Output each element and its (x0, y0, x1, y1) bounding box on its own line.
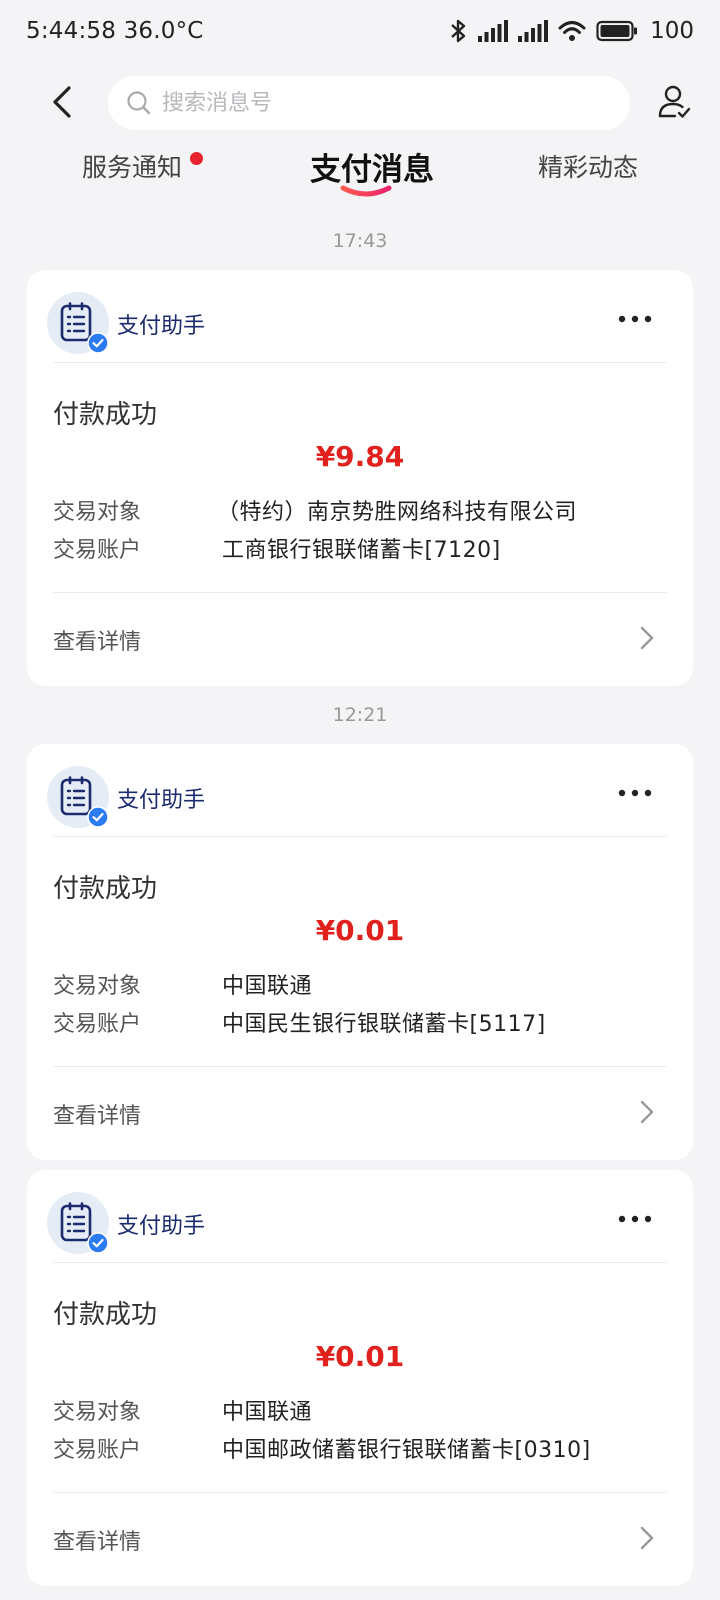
account-value: 中国民生银行银联储蓄卡[5117] (222, 1012, 546, 1037)
message-time: 12:21 (332, 704, 388, 726)
more-icon (618, 1215, 652, 1223)
search-icon (127, 91, 151, 115)
status-icons: 100 (448, 16, 694, 46)
message-time: 17:43 (332, 230, 388, 252)
more-icon (618, 315, 652, 323)
payment-amount: ¥0.01 (315, 914, 405, 947)
account-label: 交易账户 (53, 1012, 142, 1037)
payment-status-title: 付款成功 (53, 874, 158, 904)
more-icon (618, 789, 652, 797)
chevron-right-icon (640, 1100, 654, 1124)
status-time-temperature: 5:44:58 36.0°C (26, 18, 204, 44)
sender-name[interactable]: 支付助手 (117, 782, 205, 814)
payment-message-card: 支付助手 付款成功 ¥9.84 交易对象 （特约）南京势胜网络科技有限公司 交易… (27, 270, 693, 686)
payment-amount: ¥0.01 (315, 1340, 405, 1373)
avatar[interactable] (47, 766, 109, 828)
payment-status-title: 付款成功 (53, 400, 158, 430)
payment-status-title: 付款成功 (53, 1300, 158, 1330)
merchant-label: 交易对象 (53, 1400, 142, 1425)
active-tab-indicator (340, 185, 392, 197)
battery-percent: 100 (650, 18, 694, 44)
tab-bar: 服务通知 支付消息 精彩动态 (0, 140, 720, 210)
payment-message-card: 支付助手 付款成功 ¥0.01 交易对象 中国联通 交易账户 中国邮政储蓄银行银… (27, 1170, 693, 1586)
divider (53, 1492, 667, 1493)
unread-dot (190, 152, 203, 165)
more-options-button[interactable] (615, 306, 655, 332)
card-header: 支付助手 (27, 744, 693, 840)
more-options-button[interactable] (615, 780, 655, 806)
view-details-link[interactable]: 查看详情 (27, 1068, 693, 1160)
account-value: 中国邮政储蓄银行银联储蓄卡[0310] (222, 1438, 591, 1463)
divider (53, 1066, 667, 1067)
sender-name[interactable]: 支付助手 (117, 1208, 205, 1240)
merchant-label: 交易对象 (53, 500, 142, 525)
verified-badge-icon (87, 806, 109, 828)
card-header: 支付助手 (27, 1170, 693, 1266)
divider (53, 1262, 667, 1263)
profile-icon (658, 85, 691, 118)
battery-icon (596, 20, 638, 42)
back-button[interactable] (38, 78, 86, 126)
avatar[interactable] (47, 292, 109, 354)
search-box[interactable] (108, 76, 630, 130)
wifi-icon (558, 21, 586, 41)
chevron-right-icon (640, 1526, 654, 1550)
divider (53, 362, 667, 363)
account-label: 交易账户 (53, 1438, 142, 1463)
view-details-label: 查看详情 (53, 1530, 142, 1555)
view-details-label: 查看详情 (53, 630, 142, 655)
merchant-value: 中国联通 (222, 974, 313, 999)
account-value: 工商银行银联储蓄卡[7120] (222, 538, 501, 563)
merchant-label: 交易对象 (53, 974, 142, 999)
status-bar: 5:44:58 36.0°C 100 (0, 0, 720, 64)
merchant-value: （特约）南京势胜网络科技有限公司 (217, 500, 578, 525)
search-input[interactable] (162, 90, 602, 116)
account-label: 交易账户 (53, 538, 142, 563)
card-header: 支付助手 (27, 270, 693, 366)
bluetooth-icon (451, 19, 466, 43)
payment-message-card: 支付助手 付款成功 ¥0.01 交易对象 中国联通 交易账户 中国民生银行银联储… (27, 744, 693, 1160)
verified-badge-icon (87, 1232, 109, 1254)
verified-badge-icon (87, 332, 109, 354)
payment-amount: ¥9.84 (315, 440, 405, 473)
signal-icon (478, 20, 509, 42)
view-details-link[interactable]: 查看详情 (27, 1494, 693, 1586)
chevron-right-icon (640, 626, 654, 650)
back-icon (53, 86, 71, 118)
tab-service-notice[interactable]: 服务通知 (82, 148, 182, 184)
avatar[interactable] (47, 1192, 109, 1254)
view-details-label: 查看详情 (53, 1104, 142, 1129)
divider (53, 836, 667, 837)
divider (53, 592, 667, 593)
view-details-link[interactable]: 查看详情 (27, 594, 693, 686)
profile-button[interactable] (650, 78, 698, 126)
signal-icon (518, 20, 549, 42)
header (0, 72, 720, 134)
merchant-value: 中国联通 (222, 1400, 313, 1425)
tab-highlights[interactable]: 精彩动态 (538, 148, 638, 184)
tab-payment-messages[interactable]: 支付消息 (310, 144, 434, 189)
sender-name[interactable]: 支付助手 (117, 308, 205, 340)
more-options-button[interactable] (615, 1206, 655, 1232)
